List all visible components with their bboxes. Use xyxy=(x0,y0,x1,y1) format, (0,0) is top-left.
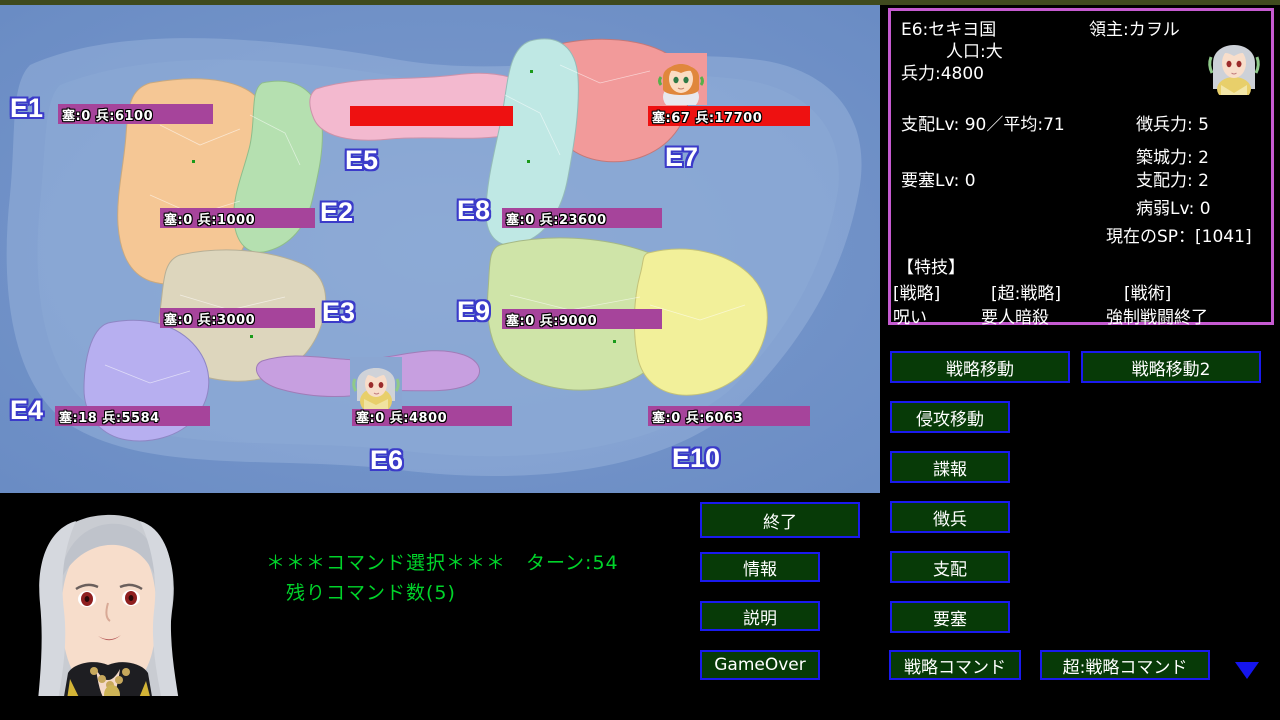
region-bar-text-e4: 塞:18 兵:5584 xyxy=(59,410,160,426)
country-info-panel: E6:セキヨ国 領主:カヲル 人口:大 兵力:4800 支配Lv: 90／平均:… xyxy=(888,8,1274,328)
info-skill-category-tactics: [戦術] xyxy=(1124,284,1172,304)
map-unit-portrait-e7[interactable] xyxy=(655,53,707,105)
region-bar-e1: 塞:0 兵:6100 xyxy=(58,104,213,124)
espionage-button[interactable]: 諜報 xyxy=(890,451,1010,483)
region-bar-e10: 塞:0 兵:6063 xyxy=(648,406,810,426)
info-skills-title: 【特技】 xyxy=(897,258,965,278)
system-bar: SAVE LOAD SKIP CONF END BACKLOG xyxy=(0,696,1280,720)
info-castle-power: 築城力: 2 xyxy=(1136,148,1209,168)
end-turn-button[interactable]: 終了 xyxy=(700,502,860,538)
info-rule-level: 支配Lv: 90／平均:71 xyxy=(901,115,1065,135)
region-bar-text-e1: 塞:0 兵:6100 xyxy=(62,108,154,124)
info-skill-category-super-strategy: [超:戦略] xyxy=(991,284,1061,304)
region-bar-text-e8: 塞:0 兵:23600 xyxy=(506,212,607,228)
region-bar-e9: 塞:0 兵:9000 xyxy=(502,309,662,329)
info-button[interactable]: 情報 xyxy=(700,552,820,582)
speaker-portrait xyxy=(20,503,195,720)
region-bar-text-e6: 塞:0 兵:4800 xyxy=(356,410,448,426)
region-bar-e2: 塞:0 兵:1000 xyxy=(160,208,315,228)
region-bar-e4: 塞:18 兵:5584 xyxy=(55,406,210,426)
strategic-command-button[interactable]: 戦略コマンド xyxy=(889,650,1021,680)
world-map[interactable]: E1 塞:0 兵:6100 E5 E7 塞:67 兵:17700 E2 塞:0 … xyxy=(0,5,880,493)
info-sick-level: 病弱Lv: 0 xyxy=(1136,199,1211,219)
info-current-sp: 現在のSP：[1041] xyxy=(1106,227,1252,247)
region-label-e7: E7 xyxy=(665,142,699,172)
region-bar-e7: 塞:67 兵:17700 xyxy=(648,106,810,126)
region-label-e8: E8 xyxy=(457,195,491,225)
region-label-e10: E10 xyxy=(672,443,721,473)
region-bar-e6: 塞:0 兵:4800 xyxy=(352,406,512,426)
lord-portrait xyxy=(1205,33,1263,95)
region-label-e5: E5 xyxy=(345,145,379,175)
region-bar-text-e2: 塞:0 兵:1000 xyxy=(164,212,256,228)
strategic-move-button[interactable]: 戦略移動 xyxy=(890,351,1070,383)
region-label-e9: E9 xyxy=(457,296,491,326)
info-conscript-power: 徴兵力: 5 xyxy=(1136,115,1209,135)
gameover-button[interactable]: GameOver xyxy=(700,650,820,680)
region-label-e1: E1 xyxy=(10,93,44,123)
region-bar-text-e3: 塞:0 兵:3000 xyxy=(164,312,256,328)
info-skill-category-strategy: [戦略] xyxy=(893,284,941,304)
invade-move-button[interactable]: 侵攻移動 xyxy=(890,401,1010,433)
region-bar-e5 xyxy=(350,106,513,126)
info-skill-tactics: 強制戦闘終了 xyxy=(1106,308,1208,328)
info-skill-strategy: 呪い xyxy=(893,308,927,328)
dialog-line-1: ＊＊＊コマンド選択＊＊＊ ターン:54 xyxy=(266,552,619,574)
rule-button[interactable]: 支配 xyxy=(890,551,1010,583)
info-skill-super-strategy: 要人暗殺 xyxy=(981,308,1049,328)
region-label-e3: E3 xyxy=(322,297,356,327)
region-label-e6: E6 xyxy=(370,445,404,475)
info-fortress-level: 要塞Lv: 0 xyxy=(901,171,976,191)
region-bar-text-e10: 塞:0 兵:6063 xyxy=(652,410,744,426)
region-bar-text-e9: 塞:0 兵:9000 xyxy=(506,313,598,329)
dialog-line-2: 残りコマンド数(5) xyxy=(286,582,456,604)
region-label-e2: E2 xyxy=(320,197,354,227)
super-strategic-command-button[interactable]: 超:戦略コマンド xyxy=(1040,650,1210,680)
strategic-move-2-button[interactable]: 戦略移動2 xyxy=(1081,351,1261,383)
region-bar-e3: 塞:0 兵:3000 xyxy=(160,308,315,328)
next-page-arrow-icon[interactable] xyxy=(1235,662,1259,679)
conscript-button[interactable]: 徴兵 xyxy=(890,501,1010,533)
help-button[interactable]: 説明 xyxy=(700,601,820,631)
region-label-e4: E4 xyxy=(10,395,44,425)
fortress-button[interactable]: 要塞 xyxy=(890,601,1010,633)
map-unit-portrait-e6[interactable] xyxy=(350,357,402,409)
info-military: 兵力:4800 xyxy=(901,64,984,84)
region-bar-e8: 塞:0 兵:23600 xyxy=(502,208,662,228)
game-screen: E1 塞:0 兵:6100 E5 E7 塞:67 兵:17700 E2 塞:0 … xyxy=(0,0,1280,720)
info-rule-power: 支配力: 2 xyxy=(1136,171,1209,191)
info-lord: 領主:カヲル xyxy=(1089,20,1180,40)
region-bar-text-e7: 塞:67 兵:17700 xyxy=(652,110,763,126)
